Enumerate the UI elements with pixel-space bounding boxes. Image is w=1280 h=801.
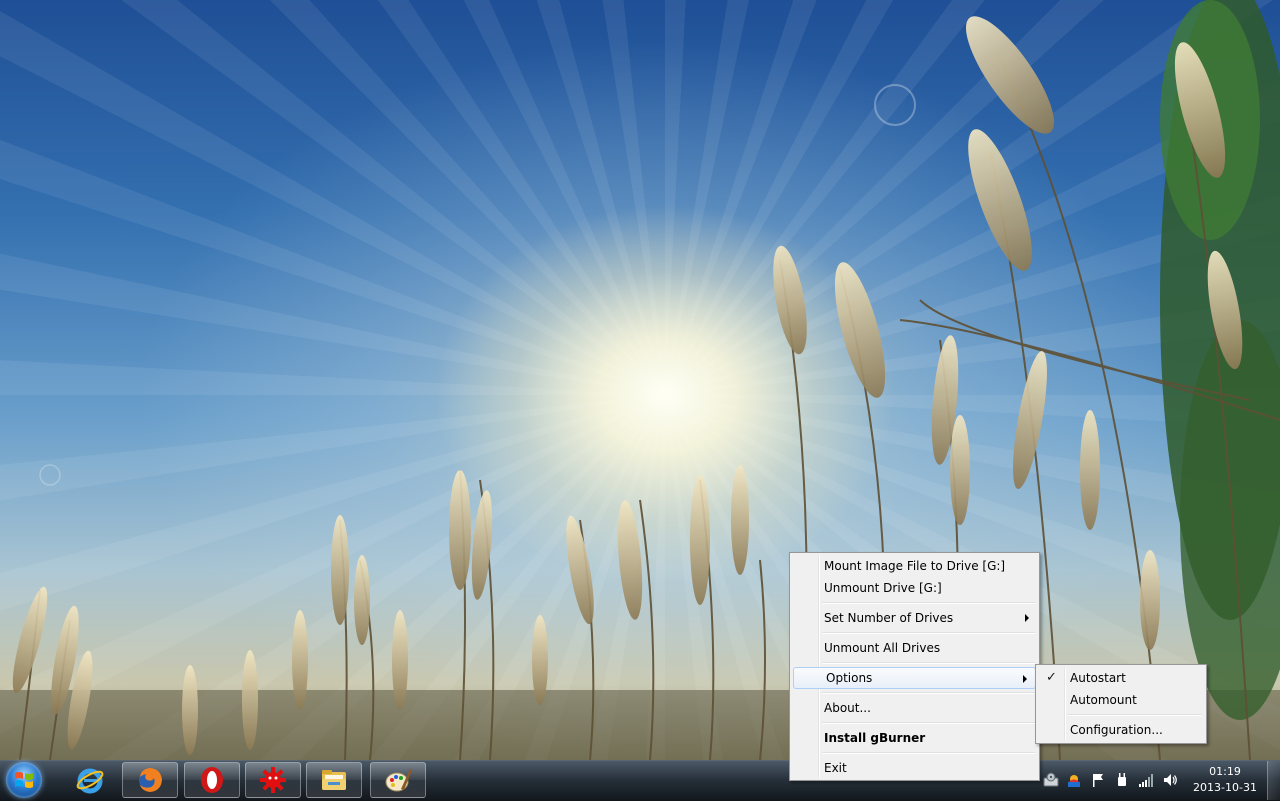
menu-separator (792, 749, 1037, 757)
submenu-item-label: Configuration... (1070, 723, 1163, 737)
action-center-flag-icon[interactable] (1090, 772, 1106, 788)
red-gear-app-icon (260, 767, 286, 793)
menu-item-label: Options (826, 671, 873, 685)
clock-time: 01:19 (1209, 765, 1241, 778)
menu-separator (792, 689, 1037, 697)
show-desktop-button[interactable] (1267, 761, 1280, 800)
taskbar-clock[interactable]: 01:19 2013-10-31 (1184, 764, 1266, 798)
desktop-wallpaper (0, 0, 1280, 760)
menu-separator (792, 599, 1037, 607)
submenu-item-label: Autostart (1070, 671, 1126, 685)
menu-item-set-number-of-drives[interactable]: Set Number of Drives (792, 607, 1037, 629)
menu-item-label: Exit (824, 761, 847, 775)
menu-item-mount-image[interactable]: Mount Image File to Drive [G:] (792, 555, 1037, 577)
volume-icon[interactable] (1162, 772, 1178, 788)
taskbar-paint[interactable] (370, 762, 426, 798)
taskbar-red-gear-app[interactable] (245, 762, 301, 798)
menu-item-label: Mount Image File to Drive [G:] (824, 559, 1006, 573)
menu-item-about[interactable]: About... (792, 697, 1037, 719)
menu-separator (792, 719, 1037, 727)
submenu-item-automount[interactable]: Automount (1038, 689, 1204, 711)
submenu-arrow-icon (1023, 675, 1027, 683)
menu-item-install-gburner[interactable]: Install gBurner (792, 727, 1037, 749)
options-submenu: ✓ Autostart Automount Configuration... (1035, 664, 1207, 744)
network-signal-icon[interactable] (1138, 772, 1154, 788)
clock-date: 2013-10-31 (1193, 781, 1257, 794)
firefox-icon (139, 768, 162, 792)
taskbar-firefox[interactable] (122, 762, 178, 798)
menu-item-label: About... (824, 701, 871, 715)
menu-item-unmount-drive[interactable]: Unmount Drive [G:] (792, 577, 1037, 599)
submenu-arrow-icon (1025, 614, 1029, 622)
file-explorer-icon (322, 770, 346, 790)
gburner-context-menu: Mount Image File to Drive [G:] Unmount D… (789, 552, 1040, 781)
menu-item-label: Install gBurner (824, 731, 926, 745)
menu-item-label: Set Number of Drives (824, 611, 954, 625)
submenu-item-configuration[interactable]: Configuration... (1038, 719, 1204, 741)
opera-icon (201, 767, 223, 793)
menu-item-label: Unmount All Drives (824, 641, 941, 655)
taskbar-internet-explorer[interactable] (62, 762, 118, 798)
menu-separator (792, 659, 1037, 667)
taskbar-file-explorer[interactable] (306, 762, 362, 798)
windows-start-icon (15, 772, 33, 788)
weather-tray-icon[interactable] (1066, 772, 1082, 788)
paint-icon (385, 769, 412, 792)
power-icon[interactable] (1114, 772, 1130, 788)
grass-illustration (0, 0, 1280, 760)
internet-explorer-icon (76, 768, 104, 794)
menu-separator (1038, 711, 1204, 719)
start-button[interactable] (6, 762, 42, 798)
menu-separator (792, 629, 1037, 637)
taskbar-opera[interactable] (184, 762, 240, 798)
menu-item-unmount-all-drives[interactable]: Unmount All Drives (792, 637, 1037, 659)
menu-item-options[interactable]: Options (793, 667, 1036, 689)
submenu-item-label: Automount (1070, 693, 1137, 707)
submenu-item-autostart[interactable]: ✓ Autostart (1038, 667, 1204, 689)
checkmark-icon: ✓ (1046, 670, 1057, 685)
menu-item-label: Unmount Drive [G:] (824, 581, 942, 595)
gburner-tray-icon[interactable] (1043, 772, 1059, 788)
menu-item-exit[interactable]: Exit (792, 757, 1037, 779)
